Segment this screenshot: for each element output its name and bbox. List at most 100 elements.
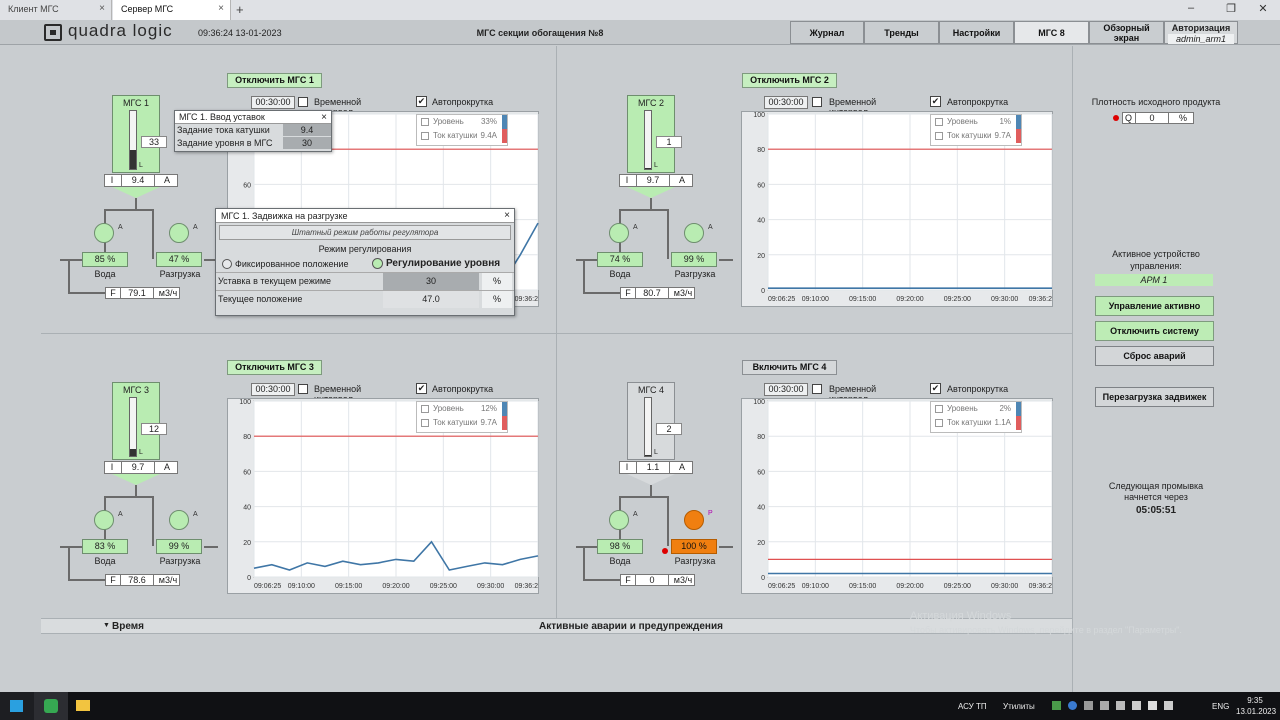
calendar-icon[interactable] (298, 97, 308, 107)
level-setpoint-input[interactable]: 30 (283, 137, 331, 149)
close-icon[interactable]: × (321, 112, 327, 123)
unload-percent[interactable]: 47 % (156, 252, 202, 267)
toggle-unit-1-button[interactable]: Отключить МГС 1 (227, 73, 322, 88)
legend-checkbox[interactable] (935, 419, 943, 427)
legend-checkbox[interactable] (421, 118, 429, 126)
autoscroll-checkbox[interactable]: ✔ (930, 96, 941, 107)
radio-level[interactable] (372, 258, 383, 269)
tray-icon[interactable] (1100, 701, 1109, 710)
trend-chart-unit-3[interactable]: 0 20 40 60 80 100 09:06:25 09:10:00 09:15:00 09:2… (227, 398, 539, 594)
browser-tab-server[interactable]: Сервер МГС × (113, 0, 231, 20)
nav-settings-button[interactable]: Настройки (939, 21, 1014, 44)
unload-percent[interactable]: 100 % (671, 539, 717, 554)
browser-tab-client[interactable]: Клиент МГС × (0, 0, 112, 20)
alarms-list[interactable] (41, 635, 1072, 692)
nav-overview-button[interactable]: Обзорный экран (1089, 21, 1164, 44)
auth-block[interactable]: Авторизация admin_arm1 (1164, 21, 1238, 44)
toggle-unit-2-button[interactable]: Отключить МГС 2 (742, 73, 837, 88)
tray-icons[interactable] (1052, 700, 1192, 712)
calendar-icon[interactable] (812, 384, 822, 394)
tray-icon[interactable] (1116, 701, 1125, 710)
valve-popup[interactable]: МГС 1. Задвижка на разгрузке × Штатный ре… (215, 208, 515, 316)
legend-coil[interactable]: Ток катушки 9.7A (417, 416, 507, 430)
tank-unit-2[interactable]: МГС 2 L 1 (627, 95, 682, 173)
tank-unit-3[interactable]: МГС 3 L 12 (112, 382, 167, 460)
legend-level[interactable]: Уровень 1% (931, 115, 1021, 129)
tank-unit-1[interactable]: МГС 1 L 33 (112, 95, 167, 173)
pump-water-unit-1[interactable] (94, 223, 114, 243)
close-icon[interactable]: × (218, 3, 224, 14)
taskbar-toolbar-utils[interactable]: Утилиты (1003, 702, 1035, 711)
window-close-icon[interactable]: ✕ (1248, 2, 1278, 15)
radio-fixed[interactable] (222, 259, 232, 269)
trend-chart-unit-2[interactable]: 0 20 40 60 80 100 09:06:25 09:10:00 09:15:00 09:2… (741, 111, 1053, 307)
unload-percent[interactable]: 99 % (671, 252, 717, 267)
setpoints-popup[interactable]: МГС 1. Ввод уставок × Задание тока катушк… (174, 110, 332, 152)
taskbar-app-explorer[interactable] (68, 692, 98, 720)
legend-checkbox[interactable] (421, 132, 429, 140)
tray-icon[interactable] (1068, 701, 1077, 710)
interval-input[interactable]: 00:30:00 (251, 383, 295, 396)
water-percent[interactable]: 85 % (82, 252, 128, 267)
interval-input[interactable]: 00:30:00 (764, 383, 808, 396)
legend-coil[interactable]: Ток катушки 9.4A (417, 129, 507, 143)
taskbar-date[interactable]: 13.01.2023 (1236, 707, 1276, 716)
minimize-icon[interactable]: – (1176, 2, 1206, 14)
legend-checkbox[interactable] (421, 405, 429, 413)
legend-checkbox[interactable] (935, 118, 943, 126)
coil-setpoint-input[interactable]: 9.4 (283, 124, 331, 136)
legend-level[interactable]: Уровень 33% (417, 115, 507, 129)
autoscroll-checkbox[interactable]: ✔ (416, 96, 427, 107)
pump-water-unit-4[interactable] (609, 510, 629, 530)
taskbar-toolbar-asu[interactable]: АСУ ТП (958, 702, 987, 711)
new-tab-button[interactable]: + (236, 2, 244, 17)
reset-alarms-button[interactable]: Сброс аварий (1095, 346, 1214, 366)
legend-checkbox[interactable] (421, 419, 429, 427)
restart-valves-button[interactable]: Перезагрузка задвижек (1095, 387, 1214, 407)
toggle-unit-3-button[interactable]: Отключить МГС 3 (227, 360, 322, 375)
legend-checkbox[interactable] (935, 405, 943, 413)
restore-icon[interactable]: ❐ (1216, 2, 1246, 15)
close-icon[interactable]: × (504, 210, 510, 221)
speaker-icon[interactable] (1164, 701, 1173, 710)
nav-journal-button[interactable]: Журнал (790, 21, 864, 44)
disable-system-button[interactable]: Отключить систему (1095, 321, 1214, 341)
nav-trends-button[interactable]: Тренды (864, 21, 939, 44)
calendar-icon[interactable] (812, 97, 822, 107)
legend-coil[interactable]: Ток катушки 1.1A (931, 416, 1021, 430)
valve-unload-unit-4[interactable] (684, 510, 704, 530)
control-active-button[interactable]: Управление активно (1095, 296, 1214, 316)
valve-unload-unit-1[interactable] (169, 223, 189, 243)
interval-input[interactable]: 00:30:00 (251, 96, 295, 109)
interval-input[interactable]: 00:30:00 (764, 96, 808, 109)
legend-coil[interactable]: Ток катушки 9.7A (931, 129, 1021, 143)
taskbar-time[interactable]: 9:35 (1236, 696, 1274, 705)
legend-level[interactable]: Уровень 12% (417, 402, 507, 416)
pump-water-unit-3[interactable] (94, 510, 114, 530)
tray-icon[interactable] (1132, 701, 1141, 710)
autoscroll-checkbox[interactable]: ✔ (416, 383, 427, 394)
alarms-time-column[interactable]: Время (112, 621, 144, 632)
tray-icon[interactable] (1148, 701, 1157, 710)
calendar-icon[interactable] (298, 384, 308, 394)
legend-checkbox[interactable] (935, 132, 943, 140)
tray-icon[interactable] (1052, 701, 1061, 710)
water-percent[interactable]: 74 % (597, 252, 643, 267)
valve-setpoint-input[interactable]: 30 (383, 273, 479, 290)
tank-unit-4[interactable]: МГС 4 L 2 (627, 382, 682, 460)
taskbar-language[interactable]: ENG (1212, 702, 1229, 711)
trend-chart-unit-4[interactable]: 0 20 40 60 80 100 09:06:25 09:10:00 09:15:00 09:2… (741, 398, 1053, 594)
pump-water-unit-2[interactable] (609, 223, 629, 243)
legend-level[interactable]: Уровень 2% (931, 402, 1021, 416)
nav-mgs8-button[interactable]: МГС 8 (1014, 21, 1089, 44)
sort-down-icon[interactable]: ▼ (103, 622, 110, 629)
autoscroll-checkbox[interactable]: ✔ (930, 383, 941, 394)
valve-unload-unit-3[interactable] (169, 510, 189, 530)
start-button[interactable] (0, 692, 34, 720)
close-icon[interactable]: × (99, 3, 105, 14)
tray-icon[interactable] (1084, 701, 1093, 710)
water-percent[interactable]: 98 % (597, 539, 643, 554)
valve-unload-unit-2[interactable] (684, 223, 704, 243)
taskbar-app-browser[interactable] (34, 692, 68, 720)
toggle-unit-4-button[interactable]: Включить МГС 4 (742, 360, 837, 375)
